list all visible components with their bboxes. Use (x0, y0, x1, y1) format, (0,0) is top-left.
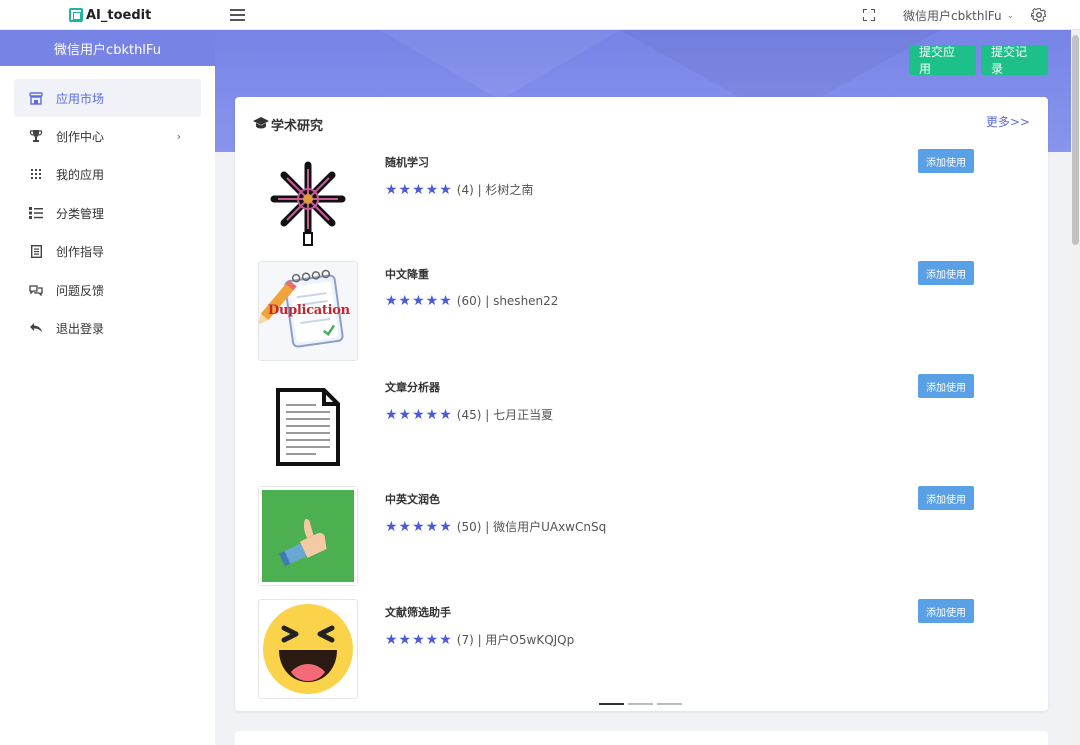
scrollbar-thumb[interactable] (1072, 35, 1079, 245)
next-section-card (235, 731, 1048, 745)
sidebar-item-feedback[interactable]: 问题反馈 (14, 271, 201, 309)
app-rating: ★★★★★ (4) | 杉树之南 (385, 181, 533, 198)
app-rating: ★★★★★ (45) | 七月正当夏 (385, 406, 553, 423)
thumbnail-label: Duplication (268, 303, 350, 318)
thumbs-up-icon (262, 490, 354, 582)
star-rating-icon: ★★★★★ (385, 406, 453, 423)
list-icon (29, 206, 43, 220)
add-use-button[interactable]: 添加使用 (918, 486, 974, 510)
section-title-text: 学术研究 (271, 119, 324, 134)
feedback-icon (29, 283, 43, 297)
sidebar-item-my-apps[interactable]: 我的应用 (14, 155, 201, 193)
sidebar-item-label: 创作指导 (56, 244, 105, 259)
chevron-down-icon: ⌄ (1006, 10, 1015, 21)
fullscreen-icon[interactable] (863, 9, 875, 21)
list-item[interactable]: 文章分析器 ★★★★★ (45) | 七月正当夏 添加使用 (258, 374, 1048, 474)
app-meta-text: (60) | sheshen22 (456, 294, 559, 308)
list-item[interactable]: 中英文润色 ★★★★★ (50) | 微信用户UAxwCnSq 添加使用 (258, 486, 1048, 586)
add-use-button[interactable]: 添加使用 (918, 261, 974, 285)
more-link[interactable]: 更多>> (986, 113, 1030, 130)
trophy-icon (29, 129, 43, 143)
sidebar-item-app-market[interactable]: 应用市场 (14, 79, 201, 117)
section-title: 学术研究 (253, 115, 323, 134)
sidebar-item-category-management[interactable]: 分类管理 (14, 194, 201, 232)
app-rating: ★★★★★ (50) | 微信用户UAxwCnSq (385, 518, 606, 535)
add-use-button[interactable]: 添加使用 (918, 374, 974, 398)
app-meta-text: (4) | 杉树之南 (456, 183, 534, 197)
sidebar-item-logout[interactable]: 退出登录 (14, 309, 201, 347)
user-dropdown[interactable]: 微信用户cbkthlFu ⌄ (903, 7, 1014, 24)
sidebar-item-label: 我的应用 (56, 167, 105, 182)
app-name[interactable]: 中文降重 (385, 266, 429, 282)
list-item[interactable]: 文献筛选助手 ★★★★★ (7) | 用户O5wKQJQp 添加使用 (258, 599, 1048, 699)
laughing-emoji-icon (263, 604, 353, 694)
menu-toggle-icon[interactable] (230, 9, 245, 21)
gear-icon[interactable] (1031, 7, 1047, 23)
app-name[interactable]: 文献筛选助手 (385, 604, 451, 620)
app-rating: ★★★★★ (7) | 用户O5wKQJQp (385, 631, 574, 648)
sidebar-item-label: 问题反馈 (56, 283, 105, 298)
academic-research-section: 学术研究 更多>> 随机学习 ★★★★★ (4) | 杉树之南 添加使用 Dup… (235, 97, 1048, 711)
add-use-button[interactable]: 添加使用 (918, 149, 974, 173)
star-rating-icon: ★★★★★ (385, 181, 453, 198)
document-icon (276, 388, 340, 466)
app-name[interactable]: 文章分析器 (385, 379, 440, 395)
list-item[interactable]: 随机学习 ★★★★★ (4) | 杉树之南 添加使用 (258, 149, 1048, 249)
carousel-indicator (599, 703, 686, 705)
sidebar-item-label: 创作中心 (56, 129, 105, 144)
snowflake-icon (270, 161, 346, 246)
sidebar-item-label: 退出登录 (56, 321, 105, 336)
app-name[interactable]: 随机学习 (385, 154, 429, 170)
carousel-dot[interactable] (628, 703, 653, 705)
user-name: 微信用户cbkthlFu (903, 9, 1002, 23)
star-rating-icon: ★★★★★ (385, 293, 453, 309)
document-icon (29, 244, 43, 258)
app-thumbnail[interactable] (258, 149, 358, 249)
carousel-dot[interactable] (657, 703, 682, 705)
top-bar: AI_toedit 微信用户cbkthlFu ⌄ (0, 0, 1080, 30)
submit-app-button[interactable]: 提交应用 (909, 45, 976, 76)
page-scrollbar[interactable] (1071, 30, 1080, 745)
carousel-dot[interactable] (599, 703, 624, 705)
banner-user-name: 微信用户cbkthlFu (0, 30, 215, 66)
star-rating-icon: ★★★★★ (385, 631, 453, 648)
sidebar: 应用市场 创作中心 › 我的应用 分类管理 创作指导 问题反馈 退出登录 (0, 66, 215, 745)
sidebar-item-creation-center[interactable]: 创作中心 › (14, 117, 201, 155)
app-meta-text: (7) | 用户O5wKQJQp (456, 633, 575, 647)
app-rating: ★★★★★ (60) | sheshen22 (385, 293, 558, 309)
submit-records-button[interactable]: 提交记录 (981, 45, 1048, 76)
chevron-right-icon: › (176, 129, 181, 143)
app-thumbnail[interactable] (258, 486, 358, 586)
chip-icon (69, 8, 83, 22)
app-logo[interactable]: AI_toedit (69, 6, 151, 24)
graduation-cap-icon (253, 116, 269, 133)
sidebar-item-label: 分类管理 (56, 206, 105, 221)
store-icon (29, 91, 43, 105)
sidebar-item-label: 应用市场 (56, 91, 105, 106)
list-item[interactable]: Duplication 中文降重 ★★★★★ (60) | sheshen22 … (258, 261, 1048, 361)
app-name[interactable]: 中英文润色 (385, 491, 440, 507)
grid-icon (29, 167, 43, 181)
app-thumbnail[interactable]: Duplication (258, 261, 358, 361)
app-thumbnail[interactable] (258, 599, 358, 699)
add-use-button[interactable]: 添加使用 (918, 599, 974, 623)
app-meta-text: (50) | 微信用户UAxwCnSq (456, 520, 607, 534)
star-rating-icon: ★★★★★ (385, 518, 453, 535)
app-meta-text: (45) | 七月正当夏 (456, 408, 554, 422)
app-thumbnail[interactable] (258, 374, 358, 474)
logout-icon (29, 321, 43, 335)
sidebar-item-creation-guide[interactable]: 创作指导 (14, 232, 201, 270)
logo-text: AI_toedit (86, 7, 152, 23)
